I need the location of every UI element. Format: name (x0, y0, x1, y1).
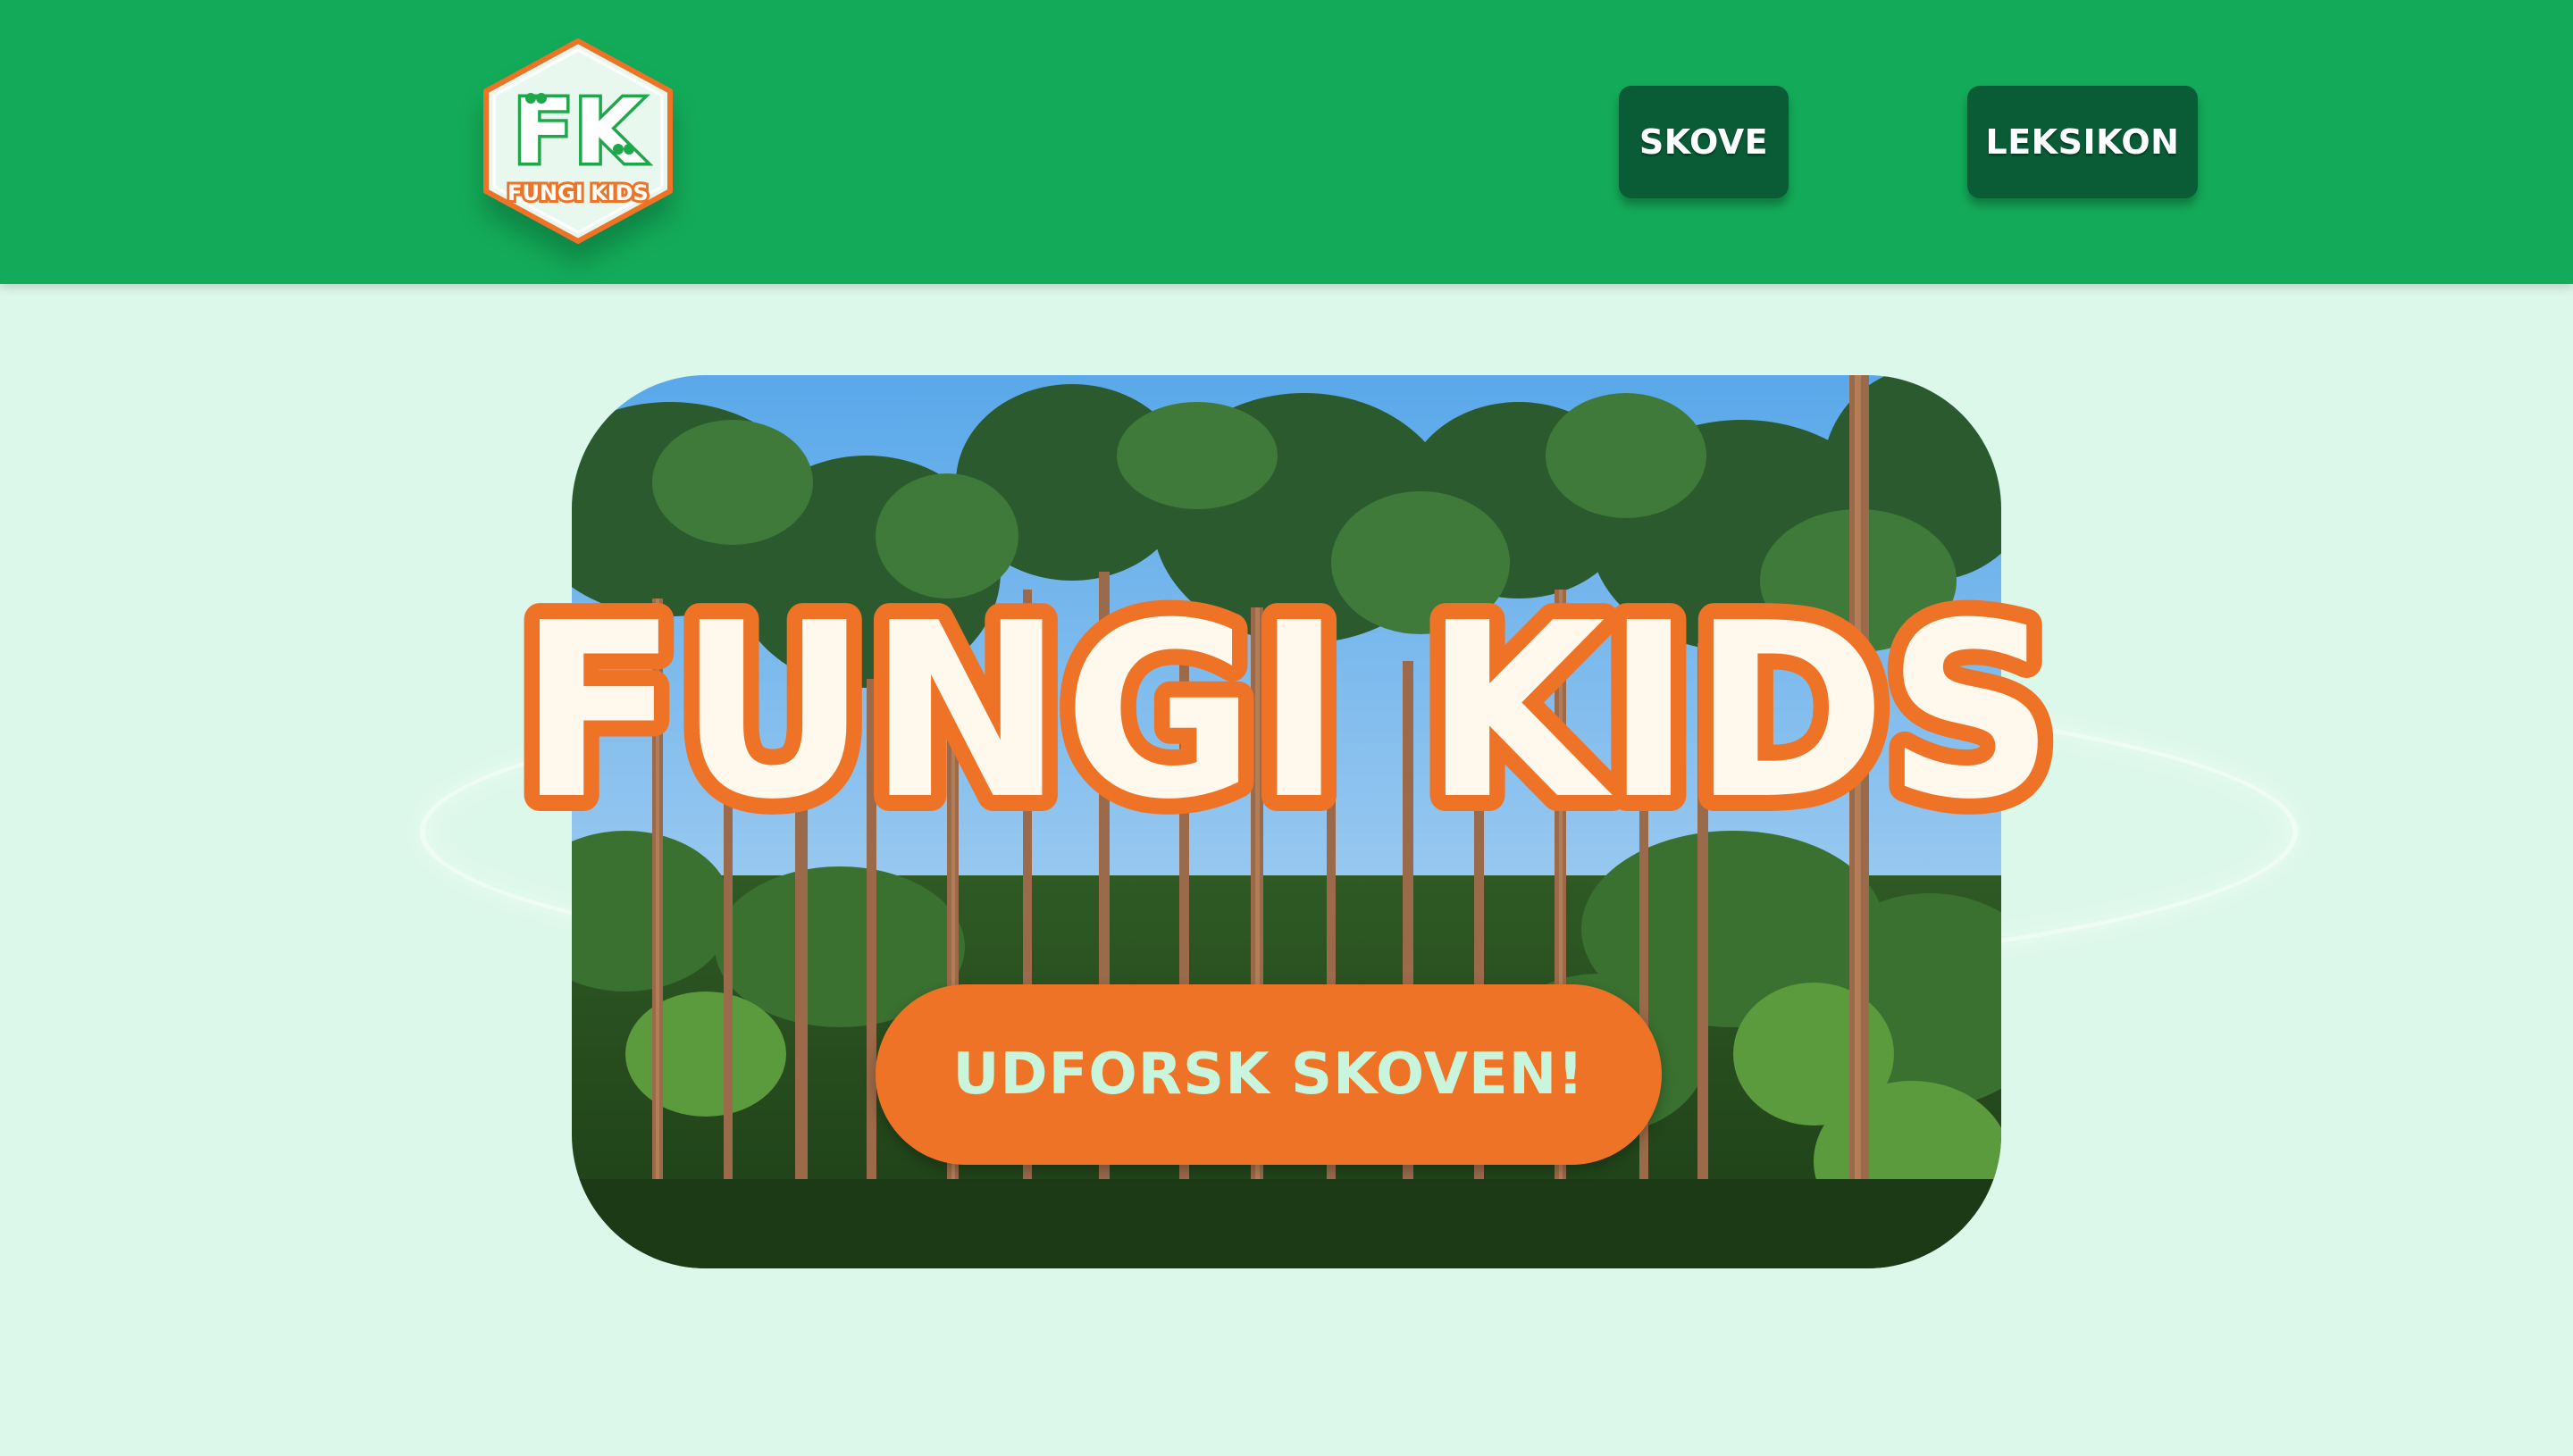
nav-skove-button[interactable]: SKOVE (1619, 86, 1789, 198)
hero-title-text: FUNGI KIDS (518, 571, 2055, 852)
explore-forest-button[interactable]: UDFORSK SKOVEN! (876, 984, 1662, 1165)
logo-brand: FUNGI KIDS (507, 180, 649, 205)
site-header: FK FUNGI KIDS SKOVE LEKSIKON (0, 0, 2573, 284)
fungi-kids-logo-icon[interactable]: FK FUNGI KIDS (475, 36, 681, 247)
nav-leksikon-button[interactable]: LEKSIKON (1967, 86, 2198, 198)
hero-title: FUNGI KIDS (465, 555, 2108, 868)
